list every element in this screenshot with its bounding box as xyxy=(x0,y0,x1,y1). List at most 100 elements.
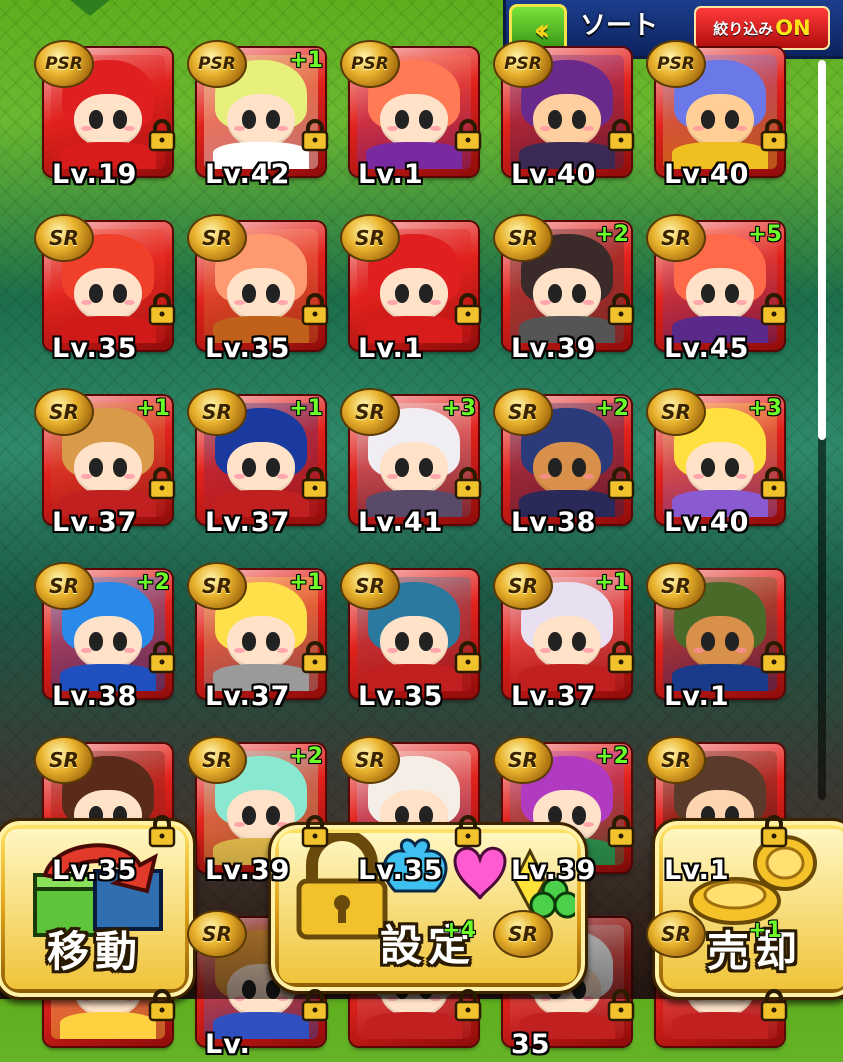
player-card[interactable]: SR Lv.35 xyxy=(187,214,329,364)
card-slot[interactable]: SR +3 Lv.40 xyxy=(646,388,796,540)
card-slot[interactable]: SR Lv.35 xyxy=(340,562,490,714)
card-slot[interactable]: SR Lv.35 xyxy=(340,736,490,888)
player-card[interactable]: SR +2 Lv.39 xyxy=(493,214,635,364)
player-card[interactable]: SR +1 Lv.37 xyxy=(493,562,635,712)
rarity-badge: SR xyxy=(646,214,706,262)
level-label: Lv.1 xyxy=(664,681,730,712)
character-face xyxy=(532,615,602,671)
character-outfit xyxy=(60,1011,156,1039)
lock-icon xyxy=(607,641,635,674)
bonus-plus-badge: +3 xyxy=(442,396,476,421)
bonus-plus-badge: +1 xyxy=(748,918,782,943)
rarity-badge: SR xyxy=(187,562,247,610)
level-label: Lv.1 xyxy=(664,855,730,886)
player-card[interactable]: SR +2 Lv.38 xyxy=(34,562,176,712)
rarity-badge: SR xyxy=(493,562,553,610)
level-label: 35 xyxy=(511,1029,551,1060)
player-card[interactable]: SR +1 Lv.37 xyxy=(34,388,176,538)
card-slot[interactable]: PSR Lv.19 xyxy=(34,40,184,192)
player-card[interactable]: SR +1 Lv.37 xyxy=(187,562,329,712)
player-card[interactable]: SR +1 Lv.37 xyxy=(187,388,329,538)
filter-label: 絞り込み xyxy=(713,19,774,38)
lock-icon xyxy=(301,641,329,674)
bonus-plus-badge: +2 xyxy=(289,744,323,769)
lock-icon xyxy=(760,467,788,500)
sell-button[interactable]: 売却 xyxy=(652,818,843,1000)
player-card[interactable]: PSR Lv.40 xyxy=(493,40,635,190)
level-label: Lv.41 xyxy=(358,507,444,538)
card-slot[interactable]: SR +2 Lv.39 xyxy=(493,214,643,366)
card-slot[interactable]: SR +2 Lv.38 xyxy=(34,562,184,714)
level-label: Lv.38 xyxy=(52,681,138,712)
level-label: Lv.45 xyxy=(664,333,750,364)
player-card[interactable]: SR +3 Lv.41 xyxy=(340,388,482,538)
card-slot[interactable]: SR +3 Lv.41 xyxy=(340,388,490,540)
card-slot[interactable]: SR Lv.1 xyxy=(646,736,796,888)
rarity-badge: SR xyxy=(187,388,247,436)
player-card[interactable]: PSR Lv.40 xyxy=(646,40,788,190)
lock-icon xyxy=(760,815,788,848)
character-face xyxy=(379,93,449,149)
bonus-plus-badge: +2 xyxy=(595,222,629,247)
rarity-badge: SR xyxy=(646,388,706,436)
player-card[interactable]: SR +5 Lv.45 xyxy=(646,214,788,364)
card-slot[interactable]: PSR Lv.40 xyxy=(646,40,796,192)
lock-icon xyxy=(454,815,482,848)
lock-icon xyxy=(148,815,176,848)
card-slot[interactable]: SR Lv.35 xyxy=(34,214,184,366)
bonus-plus-badge: +3 xyxy=(748,396,782,421)
lock-icon xyxy=(760,293,788,326)
rarity-badge: SR xyxy=(187,214,247,262)
player-card[interactable]: PSR +1 Lv.42 xyxy=(187,40,329,190)
character-face xyxy=(73,267,143,323)
card-slot[interactable]: PSR Lv.1 xyxy=(340,40,490,192)
lock-icon xyxy=(148,467,176,500)
player-card[interactable]: SR Lv.35 xyxy=(340,562,482,712)
player-card[interactable]: PSR Lv.19 xyxy=(34,40,176,190)
card-slot[interactable]: SR +5 Lv.45 xyxy=(646,214,796,366)
level-label: Lv.37 xyxy=(205,681,291,712)
level-label: Lv.40 xyxy=(664,159,750,190)
player-card[interactable]: SR +2 Lv.38 xyxy=(493,388,635,538)
card-slot[interactable]: SR Lv.1 xyxy=(646,562,796,714)
bonus-plus-badge: +1 xyxy=(595,570,629,595)
rarity-badge: SR xyxy=(34,736,94,784)
level-label: Lv.39 xyxy=(511,333,597,364)
player-card[interactable]: PSR Lv.1 xyxy=(340,40,482,190)
rarity-badge: SR xyxy=(34,214,94,262)
bonus-plus-badge: +2 xyxy=(595,396,629,421)
level-label: Lv.39 xyxy=(511,855,597,886)
card-slot[interactable]: PSR +1 Lv.42 xyxy=(187,40,337,192)
card-slot[interactable]: SR +1 Lv.37 xyxy=(187,562,337,714)
level-label: Lv.1 xyxy=(358,159,424,190)
card-slot[interactable]: SR Lv.35 xyxy=(34,736,184,888)
character-face xyxy=(226,615,296,671)
card-slot[interactable]: SR Lv.35 xyxy=(187,214,337,366)
card-slot[interactable]: PSR Lv.40 xyxy=(493,40,643,192)
card-slot[interactable]: SR +1 Lv.37 xyxy=(187,388,337,540)
card-slot[interactable]: SR Lv.1 xyxy=(340,214,490,366)
card-slot[interactable]: SR +1 Lv.37 xyxy=(493,562,643,714)
level-label: Lv.35 xyxy=(358,681,444,712)
bonus-plus-badge: +1 xyxy=(289,48,323,73)
level-label: Lv.19 xyxy=(52,159,138,190)
card-slot[interactable]: SR +2 Lv.38 xyxy=(493,388,643,540)
level-label: Lv.42 xyxy=(205,159,291,190)
card-slot[interactable]: SR +2 Lv.39 xyxy=(493,736,643,888)
lock-icon xyxy=(148,989,176,1022)
bonus-plus-badge: +2 xyxy=(136,570,170,595)
player-card[interactable]: SR Lv.35 xyxy=(34,214,176,364)
level-label: Lv. xyxy=(205,1029,251,1060)
player-card[interactable]: SR +3 Lv.40 xyxy=(646,388,788,538)
player-card[interactable]: SR Lv.1 xyxy=(340,214,482,364)
rarity-badge: SR xyxy=(340,214,400,262)
rarity-badge: SR xyxy=(34,388,94,436)
lock-icon xyxy=(454,989,482,1022)
character-face xyxy=(685,93,755,149)
card-slot[interactable]: SR +1 Lv.37 xyxy=(34,388,184,540)
scrollbar-thumb[interactable] xyxy=(818,60,826,440)
rarity-badge: SR xyxy=(187,910,247,958)
character-face xyxy=(73,441,143,497)
player-card[interactable]: SR Lv.1 xyxy=(646,562,788,712)
card-slot[interactable]: SR +2 Lv.39 xyxy=(187,736,337,888)
